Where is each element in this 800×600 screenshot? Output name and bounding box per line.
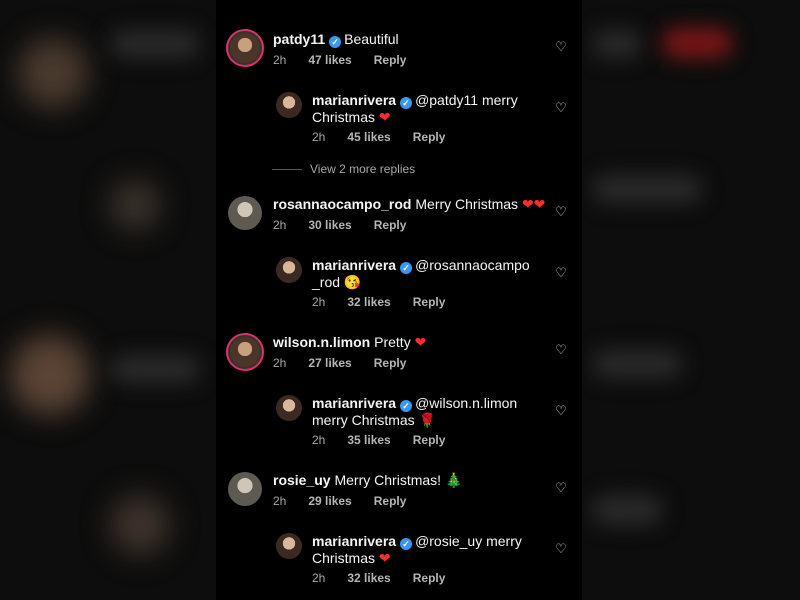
heart-emoji: ❤ bbox=[378, 109, 391, 125]
comment-meta: 2h 32 likes Reply bbox=[312, 295, 467, 309]
avatar[interactable] bbox=[228, 196, 262, 230]
avatar[interactable] bbox=[276, 395, 302, 421]
comment-body: Merry Christmas! bbox=[334, 472, 442, 488]
timestamp: 2h bbox=[312, 130, 326, 144]
blurred-right-background bbox=[582, 0, 800, 600]
comment-text: marianrivera ✓ @wilson.n.limon merry Chris… bbox=[312, 395, 542, 429]
like-count[interactable]: 27 likes bbox=[308, 356, 351, 370]
comments-feed: patdy11 ✓ Beautiful 2h 47 likes Reply ♡ mari… bbox=[216, 0, 582, 600]
kiss-emoji: 😘 bbox=[343, 274, 362, 290]
avatar[interactable] bbox=[276, 257, 302, 283]
timestamp: 2h bbox=[273, 356, 287, 370]
heart-outline-icon[interactable]: ♡ bbox=[554, 101, 568, 115]
reply-button[interactable]: Reply bbox=[413, 571, 446, 585]
reply-button[interactable]: Reply bbox=[413, 433, 446, 447]
avatar[interactable] bbox=[226, 29, 264, 67]
comment-text: marianrivera ✓ @patdy11 merry Christmas ❤ bbox=[312, 92, 542, 126]
comment-meta: 2h 45 likes Reply bbox=[312, 130, 467, 144]
verified-badge-icon: ✓ bbox=[400, 538, 413, 550]
comment-body: Pretty bbox=[374, 334, 411, 350]
username[interactable]: rosie_uy bbox=[273, 472, 331, 488]
comment-body-continued: merry Christmas bbox=[312, 412, 415, 428]
heart-outline-icon[interactable]: ♡ bbox=[554, 481, 568, 495]
timestamp: 2h bbox=[312, 295, 326, 309]
avatar[interactable] bbox=[276, 533, 302, 559]
verified-badge-icon: ✓ bbox=[400, 262, 413, 274]
reply-button[interactable]: Reply bbox=[413, 130, 446, 144]
comment-body-continued: _rod bbox=[312, 274, 341, 290]
comment-body-continued: Christmas bbox=[312, 109, 376, 125]
verified-badge-icon: ✓ bbox=[400, 97, 413, 109]
comment-body-continued: Christmas bbox=[312, 550, 376, 566]
like-count[interactable]: 32 likes bbox=[347, 571, 390, 585]
avatar[interactable] bbox=[228, 472, 262, 506]
timestamp: 2h bbox=[312, 571, 326, 585]
heart-outline-icon[interactable]: ♡ bbox=[554, 343, 568, 357]
heart-outline-icon[interactable]: ♡ bbox=[554, 542, 568, 556]
timestamp: 2h bbox=[273, 218, 287, 232]
comment-meta: 2h 29 likes Reply bbox=[273, 494, 428, 508]
avatar[interactable] bbox=[276, 92, 302, 118]
comment-meta: 2h 47 likes Reply bbox=[273, 53, 428, 67]
username[interactable]: marianrivera bbox=[312, 395, 396, 411]
comment-body: @patdy11 merry bbox=[415, 92, 518, 108]
heart-emoji: ❤ bbox=[378, 550, 391, 566]
reply-button[interactable]: Reply bbox=[374, 494, 407, 508]
timestamp: 2h bbox=[273, 494, 287, 508]
comment-meta: 2h 30 likes Reply bbox=[273, 218, 428, 232]
verified-badge-icon: ✓ bbox=[400, 400, 413, 412]
heart-outline-icon[interactable]: ♡ bbox=[554, 266, 568, 280]
heart-outline-icon[interactable]: ♡ bbox=[554, 404, 568, 418]
comment-text: marianrivera ✓ @rosannaocampo _rod 😘 bbox=[312, 257, 542, 291]
comment-text: rosie_uy Merry Christmas! 🎄 bbox=[273, 472, 462, 489]
comment-body: Merry Christmas bbox=[415, 196, 519, 212]
tree-emoji: 🎄 bbox=[444, 472, 463, 488]
like-count[interactable]: 35 likes bbox=[347, 433, 390, 447]
username[interactable]: wilson.n.limon bbox=[273, 334, 370, 350]
reply-button[interactable]: Reply bbox=[374, 356, 407, 370]
comment-text: rosannaocampo_rod Merry Christmas ❤❤ bbox=[273, 196, 563, 213]
username[interactable]: marianrivera bbox=[312, 533, 396, 549]
comment-text: wilson.n.limon Pretty ❤ bbox=[273, 334, 426, 351]
comment-meta: 2h 27 likes Reply bbox=[273, 356, 428, 370]
comment-body: @rosie_uy merry bbox=[415, 533, 522, 549]
heart-outline-icon[interactable]: ♡ bbox=[554, 40, 568, 54]
like-count[interactable]: 30 likes bbox=[308, 218, 351, 232]
comment-body: @rosannaocampo bbox=[415, 257, 530, 273]
heart-emoji: ❤❤ bbox=[521, 196, 546, 212]
timestamp: 2h bbox=[312, 433, 326, 447]
comment-meta: 2h 32 likes Reply bbox=[312, 571, 467, 585]
username[interactable]: marianrivera bbox=[312, 92, 396, 108]
comment-body: Beautiful bbox=[344, 31, 399, 47]
verified-badge-icon: ✓ bbox=[329, 36, 342, 48]
like-count[interactable]: 47 likes bbox=[308, 53, 351, 67]
rose-emoji: 🌹 bbox=[418, 412, 436, 428]
timestamp: 2h bbox=[273, 53, 287, 67]
blurred-left-background bbox=[0, 0, 216, 600]
like-count[interactable]: 32 likes bbox=[347, 295, 390, 309]
username[interactable]: patdy11 bbox=[273, 31, 325, 47]
comment-body: @wilson.n.limon bbox=[415, 395, 518, 411]
username[interactable]: marianrivera bbox=[312, 257, 396, 273]
comment-text: marianrivera ✓ @rosie_uy merry Christmas ❤ bbox=[312, 533, 542, 567]
like-count[interactable]: 45 likes bbox=[347, 130, 390, 144]
like-count[interactable]: 29 likes bbox=[308, 494, 351, 508]
reply-button[interactable]: Reply bbox=[374, 53, 407, 67]
username[interactable]: rosannaocampo_rod bbox=[273, 196, 411, 212]
comment-meta: 2h 35 likes Reply bbox=[312, 433, 467, 447]
comment-text: patdy11 ✓ Beautiful bbox=[273, 31, 399, 48]
reply-button[interactable]: Reply bbox=[413, 295, 446, 309]
view-more-replies-link[interactable]: View 2 more replies bbox=[272, 162, 415, 176]
reply-button[interactable]: Reply bbox=[374, 218, 407, 232]
avatar[interactable] bbox=[226, 333, 264, 371]
heart-outline-icon[interactable]: ♡ bbox=[554, 205, 568, 219]
heart-emoji: ❤ bbox=[414, 334, 427, 350]
